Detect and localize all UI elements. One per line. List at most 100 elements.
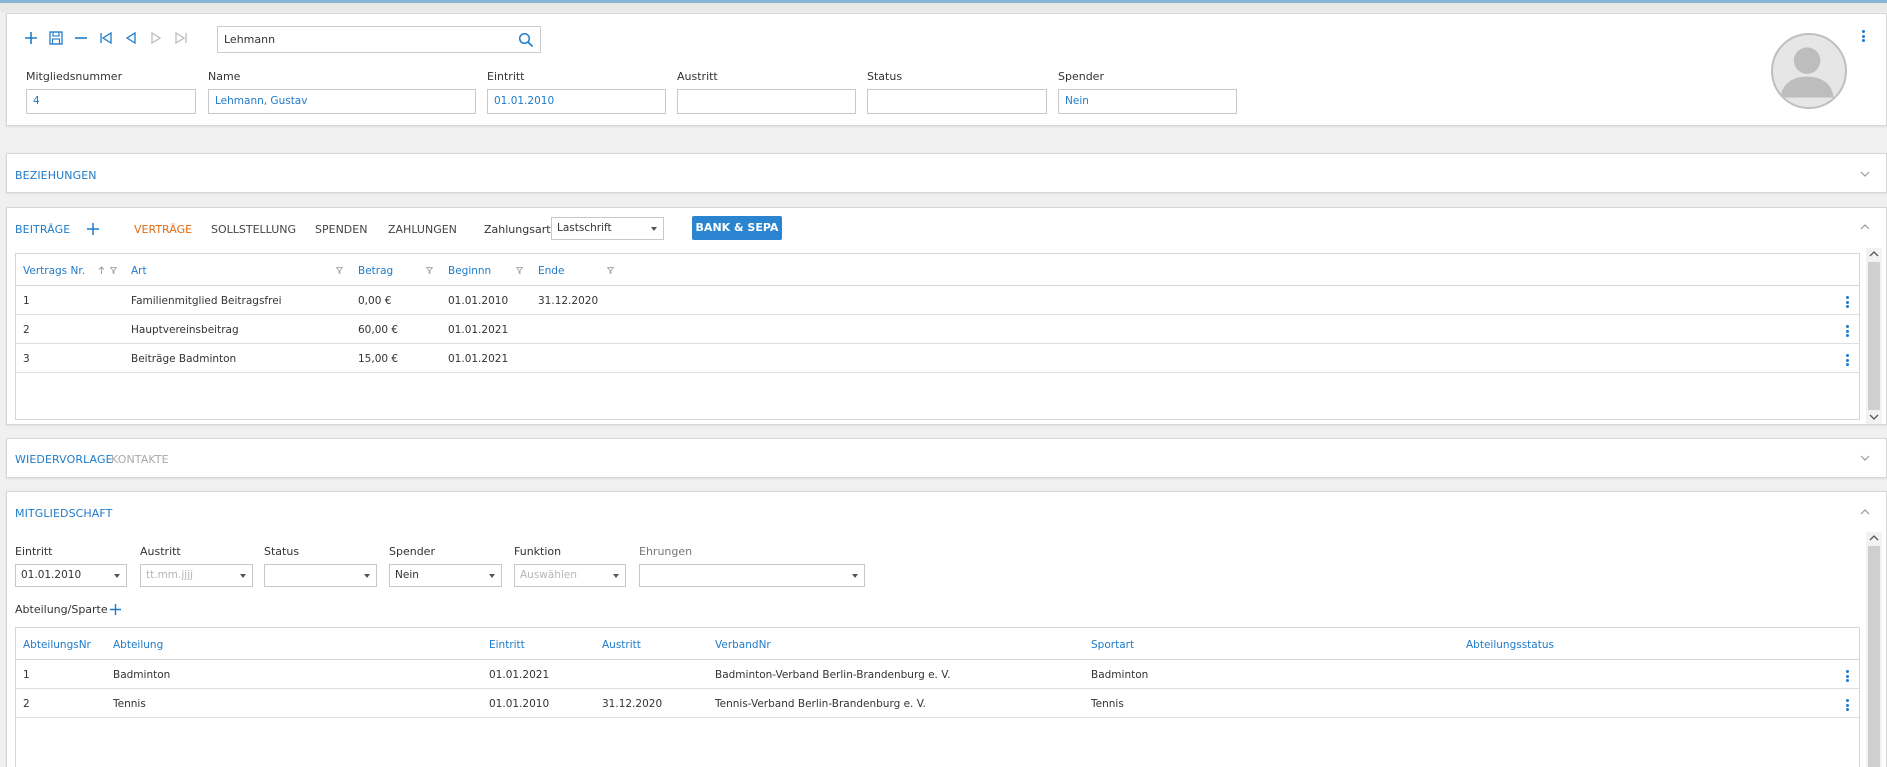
ms-donor-label: Spender bbox=[389, 545, 435, 558]
mitgliedschaft-title[interactable]: MITGLIEDSCHAFT bbox=[15, 507, 112, 520]
last-record-icon[interactable] bbox=[173, 30, 189, 46]
ms-donor-select[interactable]: Nein bbox=[389, 564, 502, 587]
tab-wiedervorlage[interactable]: WIEDERVORLAGE bbox=[15, 453, 113, 466]
table-row[interactable]: 1 Badminton 01.01.2021 Badminton-Verband… bbox=[16, 660, 1859, 689]
cell-betrag: 60,00 € bbox=[358, 324, 399, 336]
entry-field[interactable]: 01.01.2010 bbox=[487, 89, 666, 114]
search-box bbox=[217, 26, 541, 53]
tab-vertraege[interactable]: VERTRÄGE bbox=[134, 223, 192, 236]
cell-austritt: 31.12.2020 bbox=[602, 698, 663, 710]
user-silhouette-icon bbox=[1780, 47, 1834, 98]
filter-icon[interactable] bbox=[110, 267, 117, 274]
cell-eintritt: 01.01.2010 bbox=[489, 698, 550, 710]
cell-sportart: Badminton bbox=[1091, 669, 1149, 681]
scrollbar-thumb[interactable] bbox=[1868, 546, 1880, 767]
cell-art: Familienmitglied Beitragsfrei bbox=[131, 295, 282, 307]
row-menu-icon[interactable] bbox=[1846, 325, 1850, 339]
cell-verband: Badminton-Verband Berlin-Brandenburg e. … bbox=[715, 669, 951, 681]
chevron-up-icon[interactable] bbox=[1860, 222, 1870, 232]
tab-spenden[interactable]: SPENDEN bbox=[315, 223, 367, 236]
caret-down-icon bbox=[613, 574, 619, 578]
search-icon[interactable] bbox=[518, 32, 534, 48]
scroll-down-icon[interactable] bbox=[1869, 413, 1879, 421]
caret-down-icon bbox=[852, 574, 858, 578]
col-eintritt[interactable]: Eintritt bbox=[489, 639, 525, 651]
ms-honors-select[interactable] bbox=[639, 564, 865, 587]
col-abteilungsnr[interactable]: AbteilungsNr bbox=[23, 639, 91, 651]
scroll-up-icon[interactable] bbox=[1869, 534, 1879, 542]
donor-field[interactable]: Nein bbox=[1058, 89, 1237, 114]
tab-sollstellung[interactable]: SOLLSTELLUNG bbox=[211, 223, 296, 236]
header-menu-icon[interactable] bbox=[1862, 30, 1866, 44]
zahlungsart-select[interactable]: Lastschrift bbox=[551, 217, 664, 240]
col-abteilungsstatus[interactable]: Abteilungsstatus bbox=[1466, 639, 1554, 651]
chevron-down-icon[interactable] bbox=[1860, 169, 1870, 179]
avatar[interactable] bbox=[1771, 33, 1847, 109]
entry-label: Eintritt bbox=[487, 70, 525, 83]
ms-function-select[interactable]: Auswählen bbox=[514, 564, 626, 587]
col-art[interactable]: Art bbox=[131, 265, 147, 277]
chevron-down-icon[interactable] bbox=[1860, 453, 1870, 463]
status-field[interactable] bbox=[867, 89, 1047, 114]
table-row[interactable]: 2 Tennis 01.01.2010 31.12.2020 Tennis-Ve… bbox=[16, 689, 1859, 718]
cell-verband: Tennis-Verband Berlin-Brandenburg e. V. bbox=[715, 698, 926, 710]
add-department-icon[interactable] bbox=[109, 603, 122, 616]
ms-status-select[interactable] bbox=[264, 564, 377, 587]
cell-abteilung: Badminton bbox=[113, 669, 171, 681]
col-beginn[interactable]: Beginnn bbox=[448, 265, 491, 277]
contracts-scrollbar[interactable] bbox=[1866, 248, 1882, 424]
filter-icon[interactable] bbox=[336, 267, 343, 274]
row-menu-icon[interactable] bbox=[1846, 670, 1850, 684]
first-record-icon[interactable] bbox=[98, 30, 114, 46]
zahlungsart-value: Lastschrift bbox=[557, 222, 612, 234]
status-label: Status bbox=[867, 70, 903, 83]
next-record-icon[interactable] bbox=[148, 30, 164, 46]
caret-down-icon bbox=[489, 574, 495, 578]
scrollbar-thumb[interactable] bbox=[1868, 262, 1880, 410]
minus-icon[interactable] bbox=[73, 30, 89, 46]
col-betrag[interactable]: Betrag bbox=[358, 265, 393, 277]
membership-scrollbar[interactable] bbox=[1866, 532, 1882, 767]
scroll-up-icon[interactable] bbox=[1869, 250, 1879, 258]
filter-icon[interactable] bbox=[426, 267, 433, 274]
bank-sepa-button[interactable]: BANK & SEPA bbox=[692, 216, 782, 240]
add-contract-icon[interactable] bbox=[86, 222, 100, 236]
exit-field[interactable] bbox=[677, 89, 856, 114]
member-number-label: Mitgliedsnummer bbox=[26, 70, 123, 83]
ms-entry-select[interactable]: 01.01.2010 bbox=[15, 564, 127, 587]
ms-honors-label: Ehrungen bbox=[639, 545, 693, 558]
cell-eintritt: 01.01.2021 bbox=[489, 669, 550, 681]
chevron-up-icon[interactable] bbox=[1860, 507, 1870, 517]
col-vertrags-nr[interactable]: Vertrags Nr. bbox=[23, 265, 85, 277]
table-row[interactable]: 2 Hauptvereinsbeitrag 60,00 € 01.01.2021 bbox=[16, 315, 1859, 344]
filter-icon[interactable] bbox=[607, 267, 614, 274]
row-menu-icon[interactable] bbox=[1846, 699, 1850, 713]
col-verbandnr[interactable]: VerbandNr bbox=[715, 639, 771, 651]
table-row[interactable]: 3 Beiträge Badminton 15,00 € 01.01.2021 bbox=[16, 344, 1859, 373]
save-icon[interactable] bbox=[48, 30, 64, 46]
table-row[interactable]: 1 Familienmitglied Beitragsfrei 0,00 € 0… bbox=[16, 286, 1859, 315]
caret-down-icon bbox=[240, 574, 246, 578]
col-ende[interactable]: Ende bbox=[538, 265, 564, 277]
tab-kontakte[interactable]: KONTAKTE bbox=[111, 453, 169, 466]
search-input[interactable] bbox=[218, 27, 508, 52]
member-number-field[interactable]: 4 bbox=[26, 89, 196, 114]
tab-zahlungen[interactable]: ZAHLUNGEN bbox=[388, 223, 457, 236]
beitraege-title[interactable]: BEITRÄGE bbox=[15, 223, 70, 236]
cell-betrag: 15,00 € bbox=[358, 353, 399, 365]
plus-icon[interactable] bbox=[23, 30, 39, 46]
beziehungen-title[interactable]: BEZIEHUNGEN bbox=[15, 169, 97, 182]
col-sportart[interactable]: Sportart bbox=[1091, 639, 1134, 651]
abteilung-label: Abteilung/Sparte bbox=[15, 603, 108, 616]
name-field[interactable]: Lehmann, Gustav bbox=[208, 89, 476, 114]
row-menu-icon[interactable] bbox=[1846, 354, 1850, 368]
ms-exit-select[interactable]: tt.mm.jjjj bbox=[140, 564, 253, 587]
cell-nr: 2 bbox=[23, 698, 30, 710]
filter-icon[interactable] bbox=[516, 267, 523, 274]
sort-asc-icon[interactable] bbox=[98, 266, 105, 275]
col-austritt[interactable]: Austritt bbox=[602, 639, 641, 651]
prev-record-icon[interactable] bbox=[123, 30, 139, 46]
col-abteilung[interactable]: Abteilung bbox=[113, 639, 163, 651]
row-menu-icon[interactable] bbox=[1846, 296, 1850, 310]
cell-art: Hauptvereinsbeitrag bbox=[131, 324, 239, 336]
